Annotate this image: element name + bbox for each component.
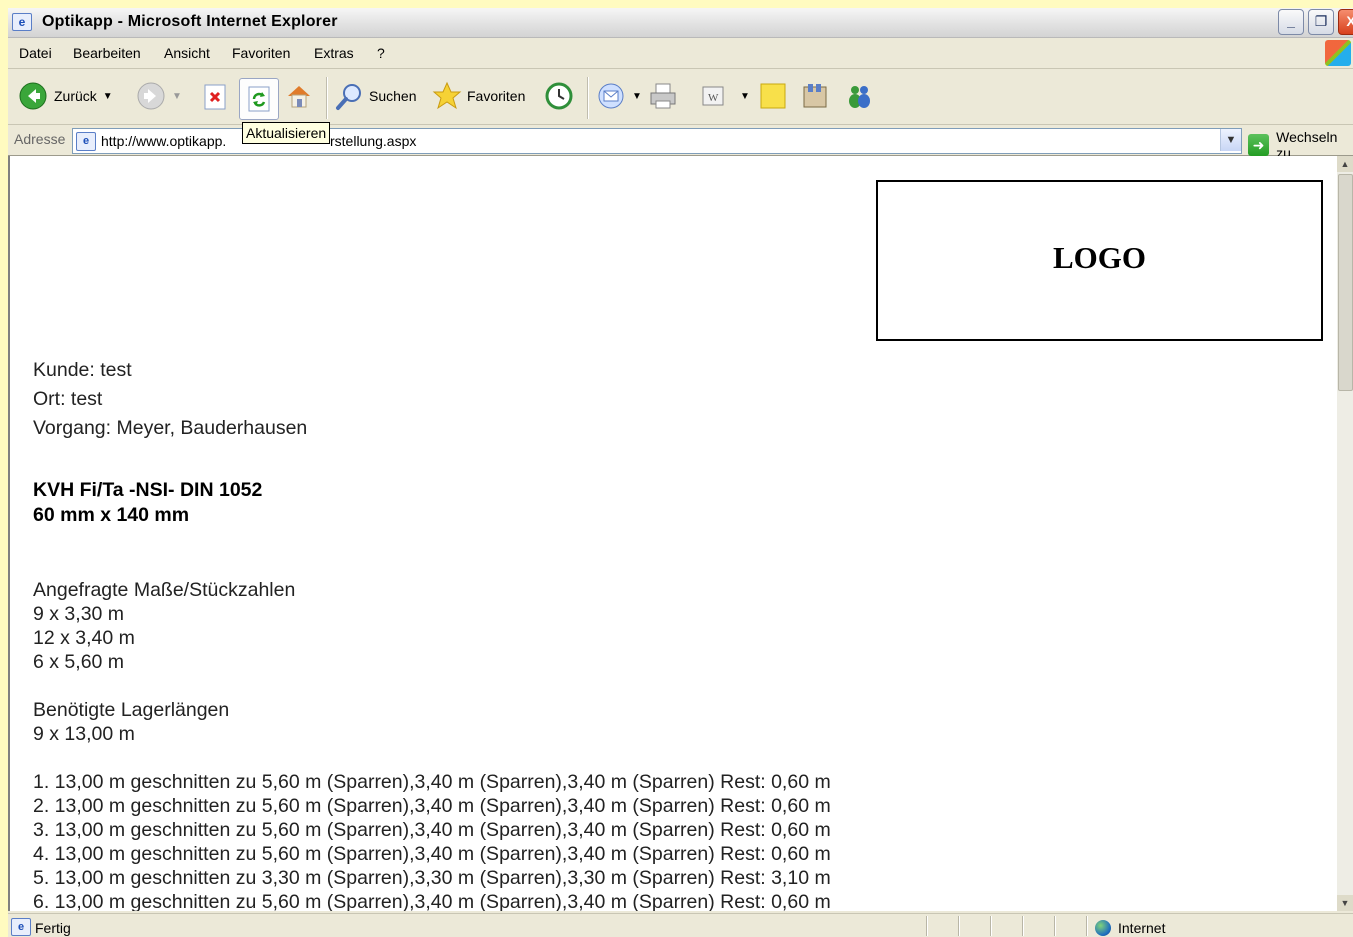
customer-line: Kunde: test [33, 359, 132, 381]
status-bar: e Fertig Internet [8, 913, 1353, 937]
favorites-label: Favoriten [467, 88, 526, 104]
home-icon [284, 81, 314, 111]
back-dropdown-icon[interactable]: ▼ [103, 91, 113, 102]
favorites-button[interactable]: Favoriten [432, 81, 525, 111]
product-dimensions: 60 mm x 140 mm [33, 504, 190, 526]
cut-line: 3. 13,00 m geschnitten zu 5,60 m (Sparre… [33, 819, 831, 841]
status-pane-divider [926, 916, 928, 936]
toolbar-separator [326, 77, 328, 119]
svg-text:W: W [708, 92, 719, 104]
menu-ansicht[interactable]: Ansicht [164, 45, 210, 61]
stop-button[interactable] [200, 82, 230, 112]
logo-text: LOGO [1052, 240, 1146, 275]
mail-dropdown-icon[interactable]: ▼ [632, 91, 642, 102]
search-label: Suchen [369, 88, 417, 104]
cut-line: 6. 13,00 m geschnitten zu 5,60 m (Sparre… [33, 891, 831, 911]
minimize-button[interactable]: _ [1278, 9, 1304, 35]
requested-item: 6 x 5,60 m [33, 651, 125, 673]
notes-icon [758, 81, 788, 111]
close-button[interactable]: X [1338, 9, 1353, 35]
print-icon [648, 81, 678, 111]
notes-button[interactable] [758, 81, 788, 111]
refresh-icon [244, 84, 274, 114]
back-button[interactable]: Zurück ▼ [18, 81, 113, 111]
product-name: KVH Fi/Ta -NSI- DIN 1052 [33, 479, 263, 501]
storage-heading: Benötigte Lagerlängen [33, 699, 230, 721]
menu-extras[interactable]: Extras [314, 45, 354, 61]
scroll-thumb[interactable] [1338, 174, 1353, 391]
address-dropdown-icon[interactable]: ▼ [1220, 129, 1241, 151]
forward-icon [136, 81, 166, 111]
status-pane-divider [1086, 916, 1088, 936]
toolbar-separator [587, 77, 589, 119]
cut-line: 1. 13,00 m geschnitten zu 5,60 m (Sparre… [33, 771, 831, 793]
toolbar: Zurück ▼ ▼ Suchen Favoriten ▼ W ▼ [8, 69, 1353, 125]
menu-bar: Datei Bearbeiten Ansicht Favoriten Extra… [8, 38, 1353, 69]
vertical-scrollbar[interactable]: ▲ ▼ [1337, 156, 1353, 911]
forward-dropdown-icon[interactable]: ▼ [172, 91, 182, 102]
refresh-button[interactable] [239, 78, 279, 120]
research-icon [800, 81, 830, 111]
security-zone[interactable]: Internet [1095, 920, 1165, 936]
window-title: Optikapp - Microsoft Internet Explorer [42, 13, 338, 30]
address-url-end: rstellung.aspx [330, 133, 417, 149]
scroll-up-icon[interactable]: ▲ [1337, 156, 1353, 172]
forward-button[interactable]: ▼ [136, 81, 182, 111]
messenger-button[interactable] [844, 81, 874, 111]
edit-word-icon: W [698, 81, 728, 111]
address-url-start: http://www.optikapp. [101, 133, 227, 149]
address-label: Adresse [14, 131, 66, 147]
stop-icon [200, 82, 230, 112]
go-arrow-icon: ➜ [1248, 134, 1270, 156]
page-content: LOGO Kunde: test Ort: test Vorgang: Meye… [8, 156, 1337, 911]
storage-item: 9 x 13,00 m [33, 723, 135, 745]
windows-logo-icon [1325, 40, 1351, 66]
cut-line: 5. 13,00 m geschnitten zu 3,30 m (Sparre… [33, 867, 831, 889]
logo-placeholder: LOGO [876, 180, 1323, 341]
status-pane-divider [1022, 916, 1024, 936]
history-button[interactable] [544, 81, 574, 111]
mail-button[interactable]: ▼ [596, 81, 642, 111]
zone-label: Internet [1118, 920, 1166, 936]
messenger-icon [844, 81, 874, 111]
requested-item: 9 x 3,30 m [33, 603, 125, 625]
browser-window: e Optikapp - Microsoft Internet Explorer… [8, 8, 1353, 937]
back-icon [18, 81, 48, 111]
menu-help[interactable]: ? [377, 45, 385, 61]
search-icon [334, 81, 364, 111]
mail-icon [596, 81, 626, 111]
status-pane-divider [990, 916, 992, 936]
scroll-down-icon[interactable]: ▼ [1337, 895, 1353, 911]
research-button[interactable] [800, 81, 830, 111]
back-label: Zurück [54, 88, 97, 104]
process-line: Vorgang: Meyer, Bauderhausen [33, 417, 308, 439]
title-bar[interactable]: e Optikapp - Microsoft Internet Explorer… [8, 8, 1353, 38]
edit-dropdown-icon[interactable]: ▼ [740, 91, 750, 102]
ie-app-icon[interactable]: e [12, 13, 32, 31]
page-status-icon: e [11, 918, 31, 936]
menu-datei[interactable]: Datei [19, 45, 52, 61]
print-button[interactable] [648, 81, 678, 111]
edit-button[interactable]: W ▼ [698, 81, 750, 111]
cut-line: 2. 13,00 m geschnitten zu 5,60 m (Sparre… [33, 795, 831, 817]
menu-bearbeiten[interactable]: Bearbeiten [73, 45, 141, 61]
refresh-tooltip: Aktualisieren [242, 122, 331, 144]
requested-heading: Angefragte Maße/Stückzahlen [33, 579, 296, 601]
menu-favoriten[interactable]: Favoriten [232, 45, 290, 61]
search-button[interactable]: Suchen [334, 81, 416, 111]
address-bar: Adresse e http://www.optikapp. rstellung… [8, 125, 1353, 161]
requested-item: 12 x 3,40 m [33, 627, 135, 649]
history-icon [544, 81, 574, 111]
page-icon: e [76, 132, 96, 151]
home-button[interactable] [284, 81, 314, 111]
favorites-star-icon [432, 81, 462, 111]
status-pane-divider [958, 916, 960, 936]
globe-icon [1095, 920, 1111, 936]
status-text: Fertig [35, 920, 71, 936]
location-line: Ort: test [33, 388, 103, 410]
restore-button[interactable]: ❐ [1308, 9, 1334, 35]
cut-line: 4. 13,00 m geschnitten zu 5,60 m (Sparre… [33, 843, 831, 865]
status-pane-divider [1054, 916, 1056, 936]
